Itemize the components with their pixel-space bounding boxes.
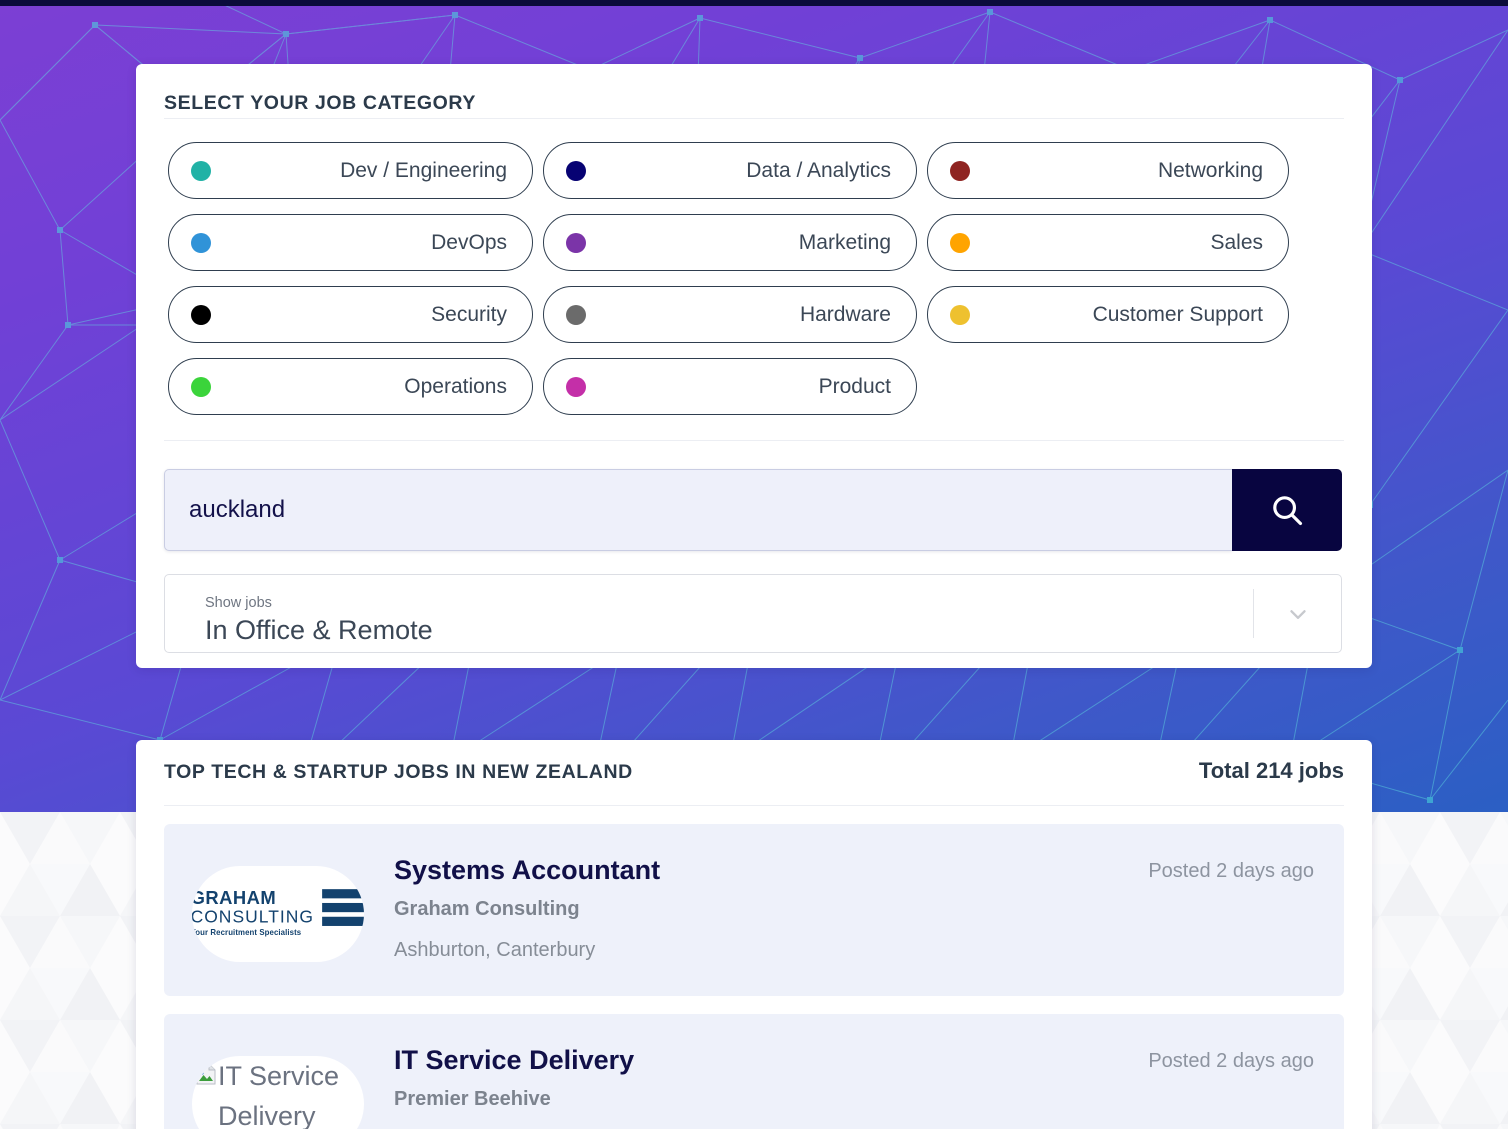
search-button[interactable] [1232, 469, 1342, 551]
show-jobs-select[interactable]: Show jobs In Office & Remote [164, 574, 1342, 653]
category-color-dot [566, 376, 586, 397]
job-title[interactable]: Systems Accountant [394, 852, 660, 888]
category-color-dot [191, 232, 211, 253]
job-list-item[interactable]: IT Service Delivery IT Service Delivery … [164, 1014, 1344, 1129]
company-logo: GRAHAM CONSULTING Your Recruitment Speci… [192, 866, 364, 962]
category-label: Operations [404, 374, 507, 398]
logo-line-1: GRAHAM [192, 888, 277, 909]
category-label: Data / Analytics [746, 158, 891, 182]
category-pill-dev-engineering[interactable]: Dev / Engineering [168, 142, 533, 199]
top-accent-bar [0, 0, 1508, 6]
category-pill-customer-support[interactable]: Customer Support [927, 286, 1289, 343]
job-posted-date: Posted 2 days ago [1148, 860, 1314, 882]
broken-image-placeholder: IT Service Delivery [192, 1056, 364, 1129]
jobs-header-divider [164, 805, 1344, 806]
category-pill-hardware[interactable]: Hardware [543, 286, 917, 343]
category-pill-product[interactable]: Product [543, 358, 917, 415]
jobs-results-card: TOP TECH & STARTUP JOBS IN NEW ZEALAND T… [136, 740, 1372, 1129]
chevron-down-icon [1289, 609, 1306, 619]
category-label: Hardware [799, 302, 891, 326]
category-label: Security [431, 302, 507, 326]
category-label: Marketing [798, 230, 891, 254]
logo-bars-icon [322, 889, 364, 930]
category-color-dot [566, 304, 586, 325]
category-pill-devops[interactable]: DevOps [168, 214, 533, 271]
category-label: DevOps [431, 230, 507, 254]
category-label: Customer Support [1092, 302, 1263, 326]
show-jobs-label: Show jobs [205, 594, 272, 611]
jobs-header: TOP TECH & STARTUP JOBS IN NEW ZEALAND T… [136, 740, 1372, 795]
category-divider [164, 440, 1344, 441]
job-title[interactable]: IT Service Delivery [394, 1042, 634, 1078]
job-location: Carterton, Wellington [394, 1123, 634, 1129]
category-pill-data-analytics[interactable]: Data / Analytics [543, 142, 917, 199]
category-color-dot [950, 304, 970, 325]
show-jobs-value: In Office & Remote [205, 614, 433, 645]
jobs-list-title: TOP TECH & STARTUP JOBS IN NEW ZEALAND [164, 761, 633, 783]
category-color-dot [191, 304, 211, 325]
job-posted-date: Posted 2 days ago [1148, 1050, 1314, 1072]
category-color-dot [950, 232, 970, 253]
category-label: Sales [1210, 230, 1263, 254]
category-label: Product [818, 374, 891, 398]
category-pill-marketing[interactable]: Marketing [543, 214, 917, 271]
select-caret-wrap[interactable] [1253, 589, 1341, 638]
company-logo: IT Service Delivery [192, 1056, 364, 1129]
search-icon [1273, 496, 1303, 526]
jobs-total-count: Total 214 jobs [1198, 758, 1344, 783]
job-info: IT Service Delivery Premier Beehive Cart… [394, 1036, 634, 1129]
graham-consulting-logo: GRAHAM CONSULTING Your Recruitment Speci… [192, 889, 364, 939]
category-color-dot [566, 160, 586, 181]
job-info: Systems Accountant Graham Consulting Ash… [394, 846, 660, 967]
job-list-item[interactable]: GRAHAM CONSULTING Your Recruitment Speci… [164, 824, 1344, 996]
category-pill-operations[interactable]: Operations [168, 358, 533, 415]
search-input[interactable] [164, 469, 1232, 551]
job-company: Premier Beehive [394, 1088, 551, 1110]
category-pill-grid: Dev / Engineering Data / Analytics Netwo… [136, 119, 1372, 415]
category-pill-networking[interactable]: Networking [927, 142, 1289, 199]
category-color-dot [950, 160, 970, 181]
logo-line-2: CONSULTING [192, 907, 315, 927]
search-row [164, 469, 1342, 551]
job-category-card: SELECT YOUR JOB CATEGORY Dev / Engineeri… [136, 64, 1372, 668]
page-title: SELECT YOUR JOB CATEGORY [164, 92, 476, 114]
logo-line-3: Your Recruitment Specialists [192, 927, 302, 937]
category-pill-sales[interactable]: Sales [927, 214, 1289, 271]
broken-image-alt-text: IT Service Delivery [218, 1061, 340, 1129]
category-pill-security[interactable]: Security [168, 286, 533, 343]
job-location: Ashburton, Canterbury [394, 939, 596, 961]
category-label: Dev / Engineering [340, 158, 507, 182]
broken-image-icon [196, 1063, 216, 1085]
show-jobs-text: Show jobs In Office & Remote [165, 575, 1253, 652]
category-color-dot [566, 232, 586, 253]
category-color-dot [191, 376, 211, 397]
job-company: Graham Consulting [394, 898, 580, 920]
category-label: Networking [1157, 158, 1263, 182]
category-color-dot [191, 160, 211, 181]
